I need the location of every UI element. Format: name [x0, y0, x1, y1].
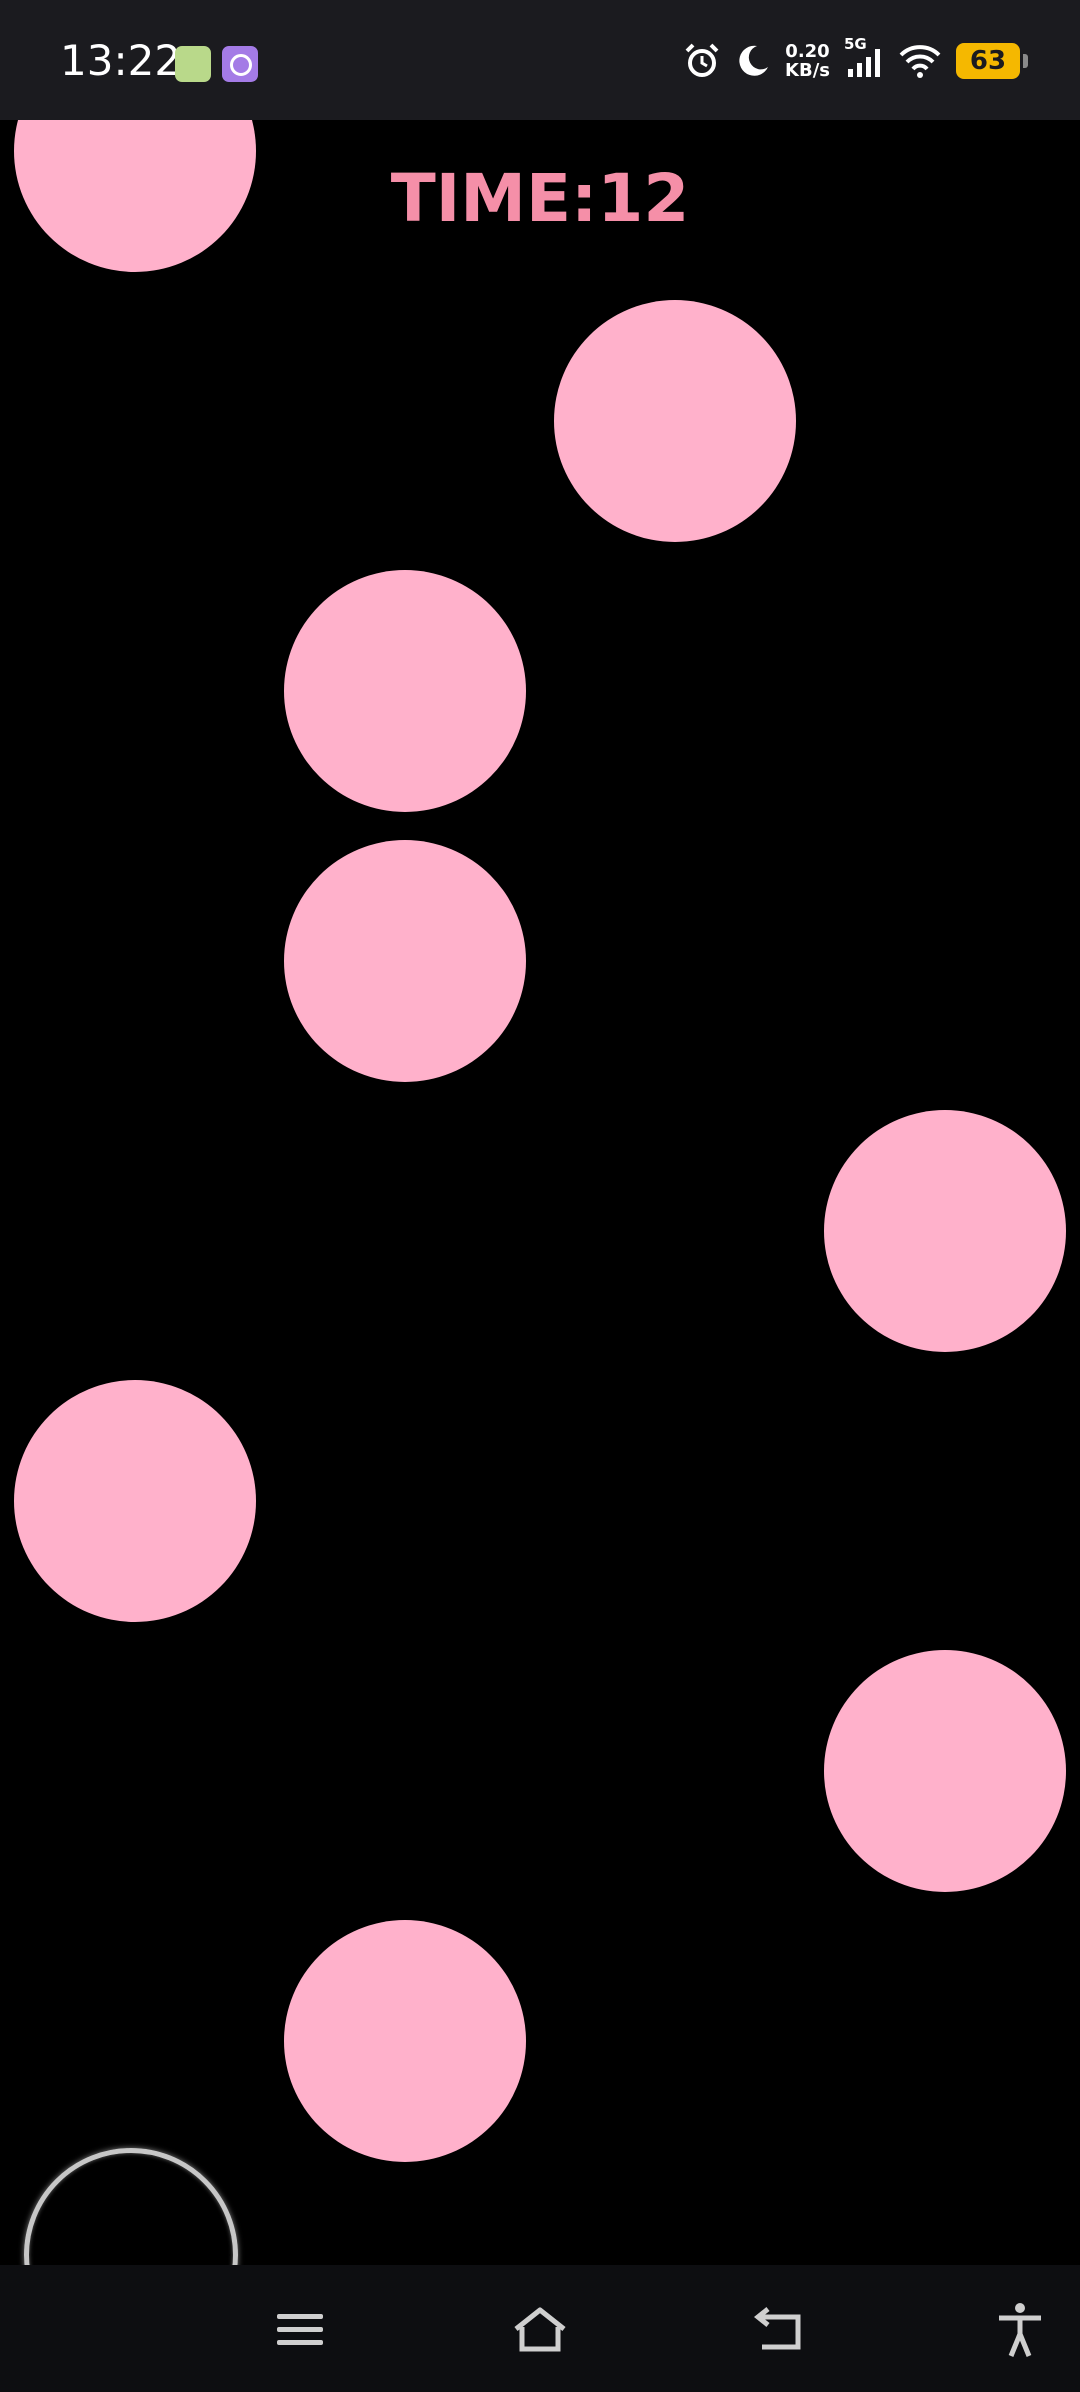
wifi-icon	[898, 43, 942, 79]
tile[interactable]	[824, 1650, 1066, 1892]
tile[interactable]	[284, 1920, 526, 2162]
navigation-bar	[0, 2265, 1080, 2392]
back-icon[interactable]	[745, 2295, 815, 2365]
net-speed-value: 0.20	[785, 41, 830, 62]
battery-icon: 63	[956, 43, 1028, 79]
timer-text: TIME:12	[390, 160, 690, 237]
home-icon[interactable]	[505, 2295, 575, 2365]
tile[interactable]	[14, 1380, 256, 1622]
signal-icon: 5G	[844, 35, 884, 81]
menu-icon[interactable]	[265, 2295, 335, 2365]
tile[interactable]	[284, 840, 526, 1082]
tile[interactable]	[554, 300, 796, 542]
game-board[interactable]: TIME:12	[0, 120, 1080, 2265]
status-time: 13:22	[60, 36, 182, 85]
net-speed: 0.20 KB/s	[785, 42, 830, 80]
tile[interactable]	[284, 570, 526, 812]
alarm-icon	[683, 42, 721, 80]
status-icons: 0.20 KB/s 5G 63	[683, 35, 1028, 86]
accessibility-icon[interactable]	[985, 2295, 1055, 2365]
moon-icon	[735, 43, 771, 79]
network-type: 5G	[844, 35, 867, 53]
net-speed-unit: KB/s	[785, 60, 830, 81]
tile[interactable]	[824, 1110, 1066, 1352]
status-bar: 13:22 0.20 KB/s 5G 63	[0, 0, 1080, 120]
app-icon-purple	[222, 46, 258, 82]
app-icon-green	[175, 46, 211, 82]
